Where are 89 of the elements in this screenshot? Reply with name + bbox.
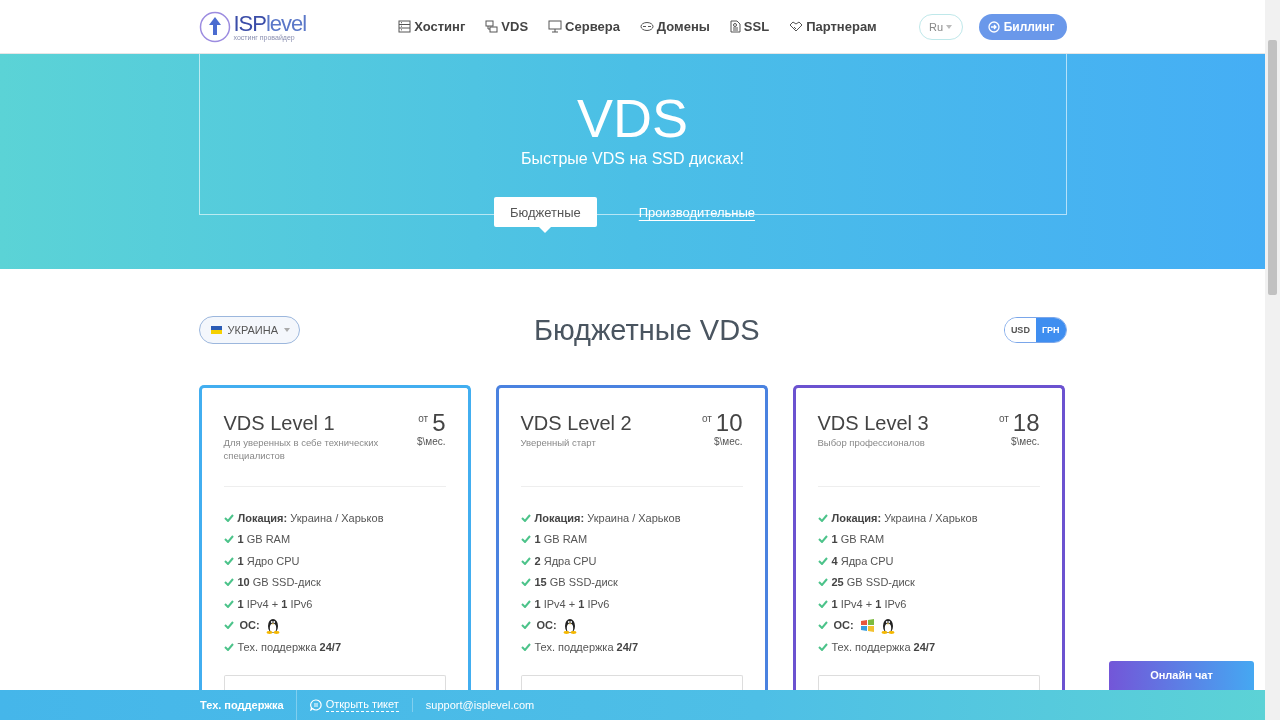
plan-price: 18 — [1012, 410, 1040, 436]
plan-price: 5 — [432, 410, 446, 436]
plan-feature: 10 GB SSD-диск — [237, 576, 321, 589]
caret-icon — [946, 24, 953, 29]
language-select[interactable]: Ru — [918, 13, 963, 40]
plan-subtitle: Уверенный старт — [520, 436, 597, 449]
plan-feature: 1 IPv4 + 1 IPv6 — [237, 597, 313, 610]
plan-feature: 1 IPv4 + 1 IPv6 — [831, 597, 907, 610]
plan-feature: Локация: Украина / Харьков — [534, 511, 681, 524]
check-icon — [223, 599, 234, 608]
price-unit: $\мес. — [713, 436, 743, 447]
check-icon — [520, 642, 531, 651]
os-label: ОС: — [536, 619, 557, 632]
chat-icon — [309, 699, 322, 711]
price-unit: $\мес. — [1010, 436, 1040, 447]
check-icon — [223, 621, 234, 630]
nav-link[interactable]: VDS — [485, 19, 529, 34]
monitor-icon — [548, 20, 563, 33]
nav-link[interactable]: Сервера — [548, 19, 620, 34]
plan-feature: 1 GB RAM — [534, 533, 588, 546]
os-label: ОС: — [239, 619, 260, 632]
check-icon — [520, 578, 531, 587]
plan-subtitle: Для уверенных в себе технических специалистов — [223, 436, 380, 462]
glasses-icon — [639, 20, 654, 33]
currency-toggle[interactable]: USD ГРН — [1003, 317, 1067, 343]
check-icon — [817, 513, 828, 522]
plan-feature: Локация: Украина / Харьков — [831, 511, 978, 524]
check-icon — [520, 556, 531, 565]
check-icon — [223, 535, 234, 544]
penguin-icon — [562, 616, 577, 634]
plan-name: VDS Level 1 — [223, 411, 336, 436]
login-icon — [987, 20, 1000, 33]
plan-feature: Тех. поддержка 24/7 — [831, 640, 935, 653]
country-select[interactable]: УКРАИНА — [198, 316, 300, 344]
check-icon — [223, 578, 234, 587]
price-prefix: от — [418, 413, 429, 424]
plan-feature: 1 GB RAM — [831, 533, 885, 546]
price-prefix: от — [998, 413, 1009, 424]
nav-link[interactable]: Партнерам — [789, 19, 877, 34]
pointer-icon — [539, 227, 552, 233]
windows-icon — [859, 617, 875, 633]
nav-link[interactable]: Хостинг — [398, 19, 466, 34]
price-prefix: от — [701, 413, 712, 424]
check-icon — [817, 621, 828, 630]
check-icon — [223, 513, 234, 522]
check-icon — [817, 599, 828, 608]
check-icon — [520, 513, 531, 522]
plan-feature: Тех. поддержка 24/7 — [237, 640, 341, 653]
plan-name: VDS Level 3 — [817, 411, 930, 436]
plan-feature: Тех. поддержка 24/7 — [534, 640, 638, 653]
plan-subtitle: Выбор профессионалов — [817, 436, 926, 449]
check-icon — [817, 578, 828, 587]
plan-feature: 1 Ядро CPU — [237, 554, 300, 567]
chat-button[interactable]: Онлайн чат — [1109, 661, 1254, 693]
price-unit: $\мес. — [416, 436, 446, 447]
plan-feature: 15 GB SSD-диск — [534, 576, 618, 589]
penguin-icon — [265, 616, 280, 634]
plan-price: 10 — [715, 410, 743, 436]
flag-icon — [210, 326, 222, 334]
check-icon — [520, 621, 531, 630]
network-icon — [485, 20, 499, 33]
check-icon — [817, 642, 828, 651]
plan-feature: 2 Ядра CPU — [534, 554, 597, 567]
scrollbar[interactable] — [1265, 0, 1280, 720]
plan-feature: Локация: Украина / Харьков — [237, 511, 384, 524]
plan-feature: 1 IPv4 + 1 IPv6 — [534, 597, 610, 610]
plan-feature: 1 GB RAM — [237, 533, 291, 546]
section-title: Бюджетные VDS — [533, 313, 760, 347]
hero-subtitle: Быстрые VDS на SSD дисках! — [521, 150, 744, 168]
check-icon — [817, 535, 828, 544]
logo-icon — [198, 10, 231, 43]
check-icon — [223, 556, 234, 565]
plan-feature: 25 GB SSD-диск — [831, 576, 915, 589]
nav-link[interactable]: SSL — [729, 19, 770, 34]
nav-link[interactable]: Домены — [639, 19, 710, 34]
certificate-icon — [729, 20, 741, 33]
check-icon — [817, 556, 828, 565]
footer-label: Тех. поддержка — [200, 690, 297, 720]
check-icon — [520, 599, 531, 608]
server-rack-icon — [398, 20, 412, 33]
penguin-icon — [880, 616, 895, 634]
os-label: ОС: — [833, 619, 854, 632]
logo-text[interactable]: ISPlevel — [233, 12, 307, 35]
plan-feature: 4 Ядра CPU — [831, 554, 894, 567]
hero-title: VDS — [576, 88, 688, 148]
caret-icon — [284, 328, 291, 332]
plan-name: VDS Level 2 — [520, 411, 633, 436]
check-icon — [223, 642, 234, 651]
check-icon — [520, 535, 531, 544]
